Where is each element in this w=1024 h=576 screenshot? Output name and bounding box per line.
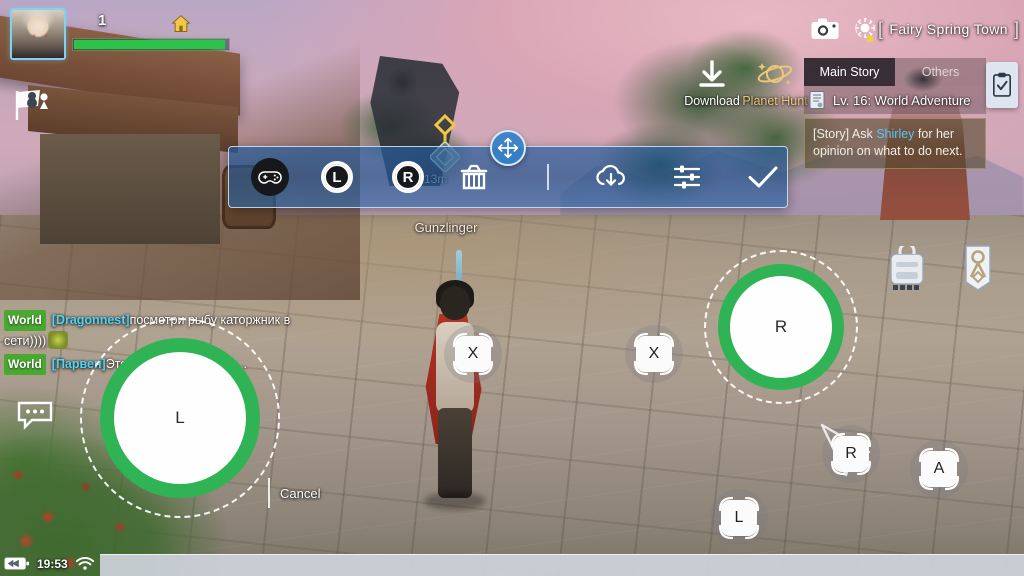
download-button[interactable]: Download [680, 58, 744, 108]
character-legs [438, 408, 472, 498]
key-button-a[interactable]: A [910, 440, 968, 498]
key-button-x-2[interactable]: X [625, 325, 683, 383]
key-button-l[interactable]: L [710, 489, 768, 547]
quest-tracker-panel: Main Story Others Lv. 16: World Adventur… [804, 58, 986, 169]
avatar[interactable] [10, 8, 66, 60]
cancel-label: Cancel [280, 485, 321, 501]
camera-icon[interactable] [810, 16, 840, 42]
right-virtual-joystick[interactable]: R [704, 250, 858, 404]
health-bar [72, 38, 230, 51]
keymap-right-stick-label: R [395, 164, 421, 190]
key-label: A [921, 451, 957, 487]
quest-desc-prefix: [Story] Ask [813, 127, 877, 141]
team-flag-icon[interactable] [14, 88, 54, 122]
npc-name: Gunzlinger [414, 220, 478, 235]
quest-tabs: Main Story Others [804, 58, 986, 86]
planet-hunt-button[interactable]: Planet Hunt [738, 58, 812, 108]
chat-bubble-icon[interactable] [16, 400, 54, 430]
bracket-right: ] [1014, 18, 1020, 39]
bracket-left: [ [878, 18, 884, 39]
toolbar-divider [547, 164, 549, 190]
taskbar-clock: 19:53 [37, 556, 68, 571]
planet-hunt-label: Planet Hunt [742, 94, 808, 108]
character-shadow [424, 492, 486, 510]
keymap-left-stick-label: L [324, 164, 350, 190]
taskbar-panel[interactable] [100, 554, 1024, 576]
joystick-knob[interactable]: L [114, 352, 246, 484]
tab-others[interactable]: Others [895, 58, 986, 86]
left-virtual-joystick[interactable]: L [80, 318, 280, 518]
player-hud: 1 [10, 8, 240, 60]
battery-icon [4, 556, 30, 571]
health-bar-fill [74, 40, 226, 49]
house-icon[interactable] [170, 14, 192, 34]
location-name: Fairy Spring Town [889, 21, 1008, 37]
cloud-download-icon[interactable] [594, 163, 628, 191]
cancel-divider [268, 478, 270, 508]
quest-desc-npc: Shirley [876, 127, 915, 141]
keymap-left-stick-button[interactable]: L [321, 161, 353, 193]
confirm-check-icon[interactable] [747, 164, 779, 190]
building-wall [40, 134, 220, 244]
download-label: Download [684, 94, 740, 108]
tab-main-story[interactable]: Main Story [804, 58, 895, 86]
quest-book-icon [808, 90, 826, 110]
player-character [400, 250, 510, 528]
chat-channel-badge: World [4, 310, 46, 331]
quest-description: [Story] Ask Shirley for her opinion on w… [804, 118, 986, 169]
game-screen: 1 World [Dragonnest]посмотри рыбу каторж… [0, 0, 1024, 576]
joystick-knob[interactable]: R [730, 276, 832, 378]
scroll-banner-icon[interactable] [962, 244, 994, 292]
location-label: [ Fairy Spring Town ] [878, 18, 1019, 40]
key-label: X [455, 336, 491, 372]
move-arrows-icon[interactable] [490, 130, 526, 166]
key-button-r[interactable]: R [820, 423, 880, 483]
avatar-portrait [12, 10, 64, 58]
cancel-control[interactable]: Cancel [268, 478, 320, 508]
key-label: R [833, 436, 869, 472]
trash-icon[interactable] [459, 163, 489, 191]
gamepad-icon[interactable] [251, 158, 289, 196]
quest-entry-label: Lv. 16: World Adventure [833, 92, 971, 108]
quest-entry[interactable]: Lv. 16: World Adventure [804, 86, 986, 114]
chat-channel-badge: World [4, 354, 46, 375]
taskbar-status-group: 19:53 [4, 556, 95, 571]
wifi-icon [75, 556, 95, 571]
character-head [440, 286, 470, 320]
key-button-x-1[interactable]: X [444, 325, 502, 383]
download-icon [680, 58, 744, 92]
planet-icon [738, 58, 812, 92]
key-label: L [721, 500, 757, 536]
key-label: X [636, 336, 672, 372]
weather-sun-icon[interactable] [852, 16, 880, 44]
keymap-right-stick-button[interactable]: R [392, 161, 424, 193]
quest-diamond-icon [432, 113, 458, 144]
chat-emote-icon [48, 331, 69, 349]
system-taskbar: 19:53 [0, 554, 1024, 576]
sliders-icon[interactable] [672, 163, 702, 191]
player-level: 1 [98, 12, 107, 29]
clipboard-check-icon[interactable] [986, 62, 1018, 108]
backpack-icon[interactable] [888, 242, 926, 292]
